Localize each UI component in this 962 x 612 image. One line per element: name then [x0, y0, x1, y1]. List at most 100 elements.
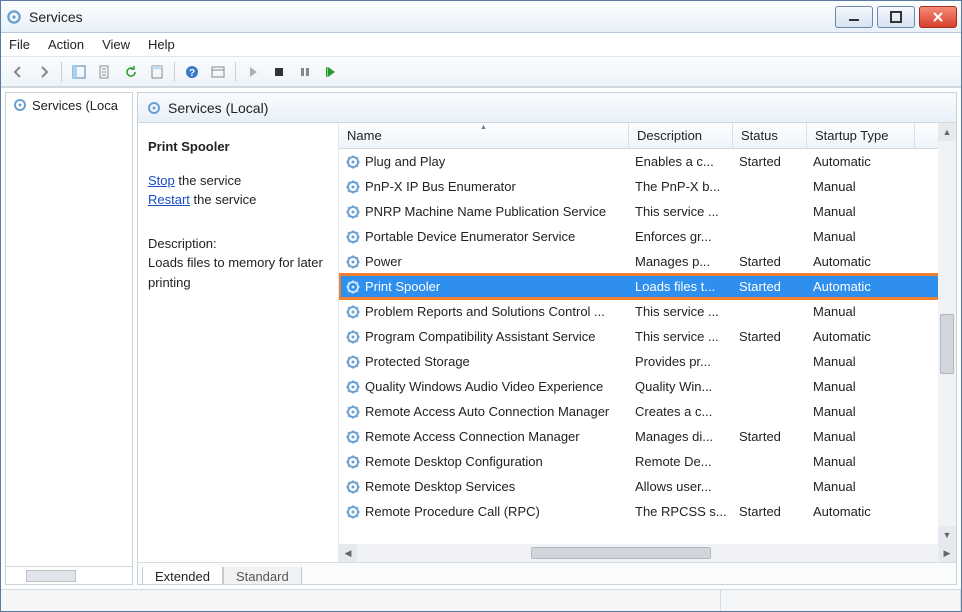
toolbar: ?: [1, 57, 961, 87]
service-description: Enables a c...: [629, 154, 733, 169]
description-text: Loads files to memory for later printing: [148, 253, 328, 292]
service-description: Provides pr...: [629, 354, 733, 369]
maximize-button[interactable]: [877, 6, 915, 28]
service-detail-panel: Print Spooler Stop the service Restart t…: [138, 123, 338, 562]
service-name: Print Spooler: [365, 279, 440, 294]
service-startup: Manual: [807, 454, 915, 469]
table-row[interactable]: PNRP Machine Name Publication ServiceThi…: [339, 199, 956, 224]
service-name: Remote Procedure Call (RPC): [365, 504, 540, 519]
service-name: Protected Storage: [365, 354, 470, 369]
service-startup: Manual: [807, 404, 915, 419]
service-description: Quality Win...: [629, 379, 733, 394]
restart-service-link[interactable]: Restart: [148, 192, 190, 207]
service-startup: Manual: [807, 304, 915, 319]
service-startup: Automatic: [807, 154, 915, 169]
content-area: Services (Loca Services (Local) Print Sp…: [1, 87, 961, 589]
description-label: Description:: [148, 234, 328, 254]
view-tabs: Extended Standard: [138, 562, 956, 584]
export-list-button[interactable]: [94, 61, 116, 83]
tab-extended[interactable]: Extended: [142, 567, 223, 585]
vscroll-thumb[interactable]: [940, 314, 954, 374]
nav-forward-button[interactable]: [33, 61, 55, 83]
col-name[interactable]: Name▲: [339, 123, 629, 148]
service-startup: Manual: [807, 354, 915, 369]
col-status[interactable]: Status: [733, 123, 807, 148]
scroll-left-icon[interactable]: ◀: [339, 544, 357, 562]
service-description: Manages p...: [629, 254, 733, 269]
table-row[interactable]: Remote Procedure Call (RPC) The RPCSS s..…: [339, 499, 956, 524]
scroll-up-icon[interactable]: ▲: [938, 123, 956, 141]
table-row[interactable]: PnP-X IP Bus EnumeratorThe PnP-X b...Man…: [339, 174, 956, 199]
pause-service-button[interactable]: [294, 61, 316, 83]
table-row[interactable]: Remote Access Auto Connection ManagerCre…: [339, 399, 956, 424]
properties-button[interactable]: [146, 61, 168, 83]
toolbar-extra-button[interactable]: [207, 61, 229, 83]
titlebar[interactable]: Services: [1, 1, 961, 33]
table-body[interactable]: Plug and PlayEnables a c...StartedAutoma…: [339, 149, 956, 544]
close-button[interactable]: [919, 6, 957, 28]
service-name: Remote Desktop Configuration: [365, 454, 543, 469]
console-tree-pane[interactable]: Services (Loca: [5, 92, 133, 585]
service-description: Remote De...: [629, 454, 733, 469]
services-window: Services File Action View Help ?: [0, 0, 962, 612]
minimize-button[interactable]: [835, 6, 873, 28]
table-row[interactable]: Program Compatibility Assistant ServiceT…: [339, 324, 956, 349]
table-row[interactable]: Protected Storage Provides pr... Manual: [339, 349, 956, 374]
help-button[interactable]: ?: [181, 61, 203, 83]
table-row[interactable]: Power Manages p...StartedAutomatic: [339, 249, 956, 274]
table-row[interactable]: Remote Access Connection ManagerManages …: [339, 424, 956, 449]
stop-service-link[interactable]: Stop: [148, 173, 175, 188]
table-row[interactable]: Problem Reports and Solutions Control ..…: [339, 299, 956, 324]
window-title: Services: [29, 9, 835, 25]
table-hscrollbar[interactable]: ◀ ▶: [339, 544, 956, 562]
table-row[interactable]: Remote Desktop ServicesAllows user...Man…: [339, 474, 956, 499]
menu-view[interactable]: View: [102, 37, 130, 52]
service-startup: Automatic: [807, 329, 915, 344]
tab-standard[interactable]: Standard: [223, 567, 302, 585]
scroll-right-icon[interactable]: ▶: [938, 544, 956, 562]
service-startup: Manual: [807, 479, 915, 494]
service-startup: Automatic: [807, 254, 915, 269]
table-row[interactable]: Portable Device Enumerator Service Enforc…: [339, 224, 956, 249]
stop-service-button[interactable]: [268, 61, 290, 83]
menu-help[interactable]: Help: [148, 37, 175, 52]
service-name: Program Compatibility Assistant Service: [365, 329, 595, 344]
show-hide-tree-button[interactable]: [68, 61, 90, 83]
service-name: Quality Windows Audio Video Experience: [365, 379, 603, 394]
menu-file[interactable]: File: [9, 37, 30, 52]
restart-service-button[interactable]: [320, 61, 342, 83]
service-status: Started: [733, 254, 807, 269]
selected-service-name: Print Spooler: [148, 137, 328, 157]
tree-root-services[interactable]: Services (Loca: [6, 93, 132, 117]
table-row[interactable]: Print SpoolerLoads files t...StartedAuto…: [339, 274, 956, 299]
tree-hscrollbar[interactable]: [6, 566, 132, 584]
service-description: Enforces gr...: [629, 229, 733, 244]
table-vscrollbar[interactable]: ▲ ▼: [938, 123, 956, 544]
sort-indicator-icon: ▲: [480, 124, 487, 131]
service-name: Portable Device Enumerator Service: [365, 229, 575, 244]
service-description: The RPCSS s...: [629, 504, 733, 519]
statusbar: [1, 589, 961, 611]
service-startup: Automatic: [807, 279, 915, 294]
menu-action[interactable]: Action: [48, 37, 84, 52]
refresh-button[interactable]: [120, 61, 142, 83]
service-startup: Manual: [807, 229, 915, 244]
table-header: Name▲ Description Status Startup Type: [339, 123, 956, 149]
table-row[interactable]: Remote Desktop Configuration Remote De...…: [339, 449, 956, 474]
pane-header: Services (Local): [138, 93, 956, 123]
nav-back-button[interactable]: [7, 61, 29, 83]
service-startup: Automatic: [807, 504, 915, 519]
table-row[interactable]: Plug and PlayEnables a c...StartedAutoma…: [339, 149, 956, 174]
scroll-down-icon[interactable]: ▼: [938, 526, 956, 544]
service-status: Started: [733, 154, 807, 169]
table-row[interactable]: Quality Windows Audio Video Experience Qu…: [339, 374, 956, 399]
hscroll-thumb[interactable]: [531, 547, 711, 559]
start-service-button[interactable]: [242, 61, 264, 83]
col-description[interactable]: Description: [629, 123, 733, 148]
service-name: Power: [365, 254, 402, 269]
service-description: Creates a c...: [629, 404, 733, 419]
col-startup[interactable]: Startup Type: [807, 123, 915, 148]
service-status: Started: [733, 429, 807, 444]
svg-text:?: ?: [189, 68, 195, 79]
service-status: Started: [733, 329, 807, 344]
